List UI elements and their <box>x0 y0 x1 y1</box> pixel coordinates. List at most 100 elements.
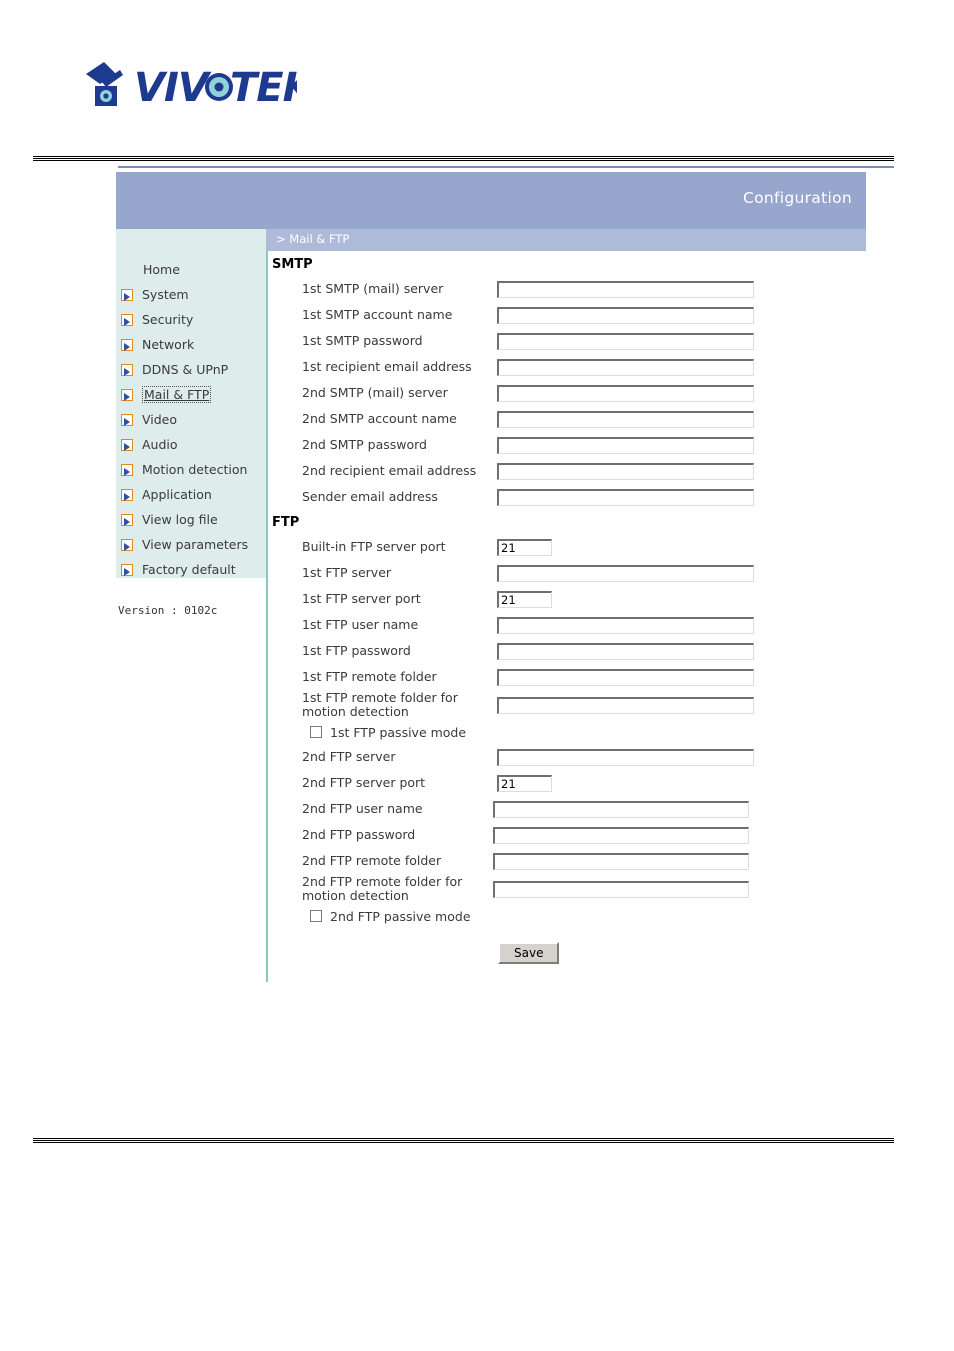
field-label: 2nd FTP password <box>302 827 416 842</box>
sidebar-item-label: Security <box>142 312 194 327</box>
save-button[interactable]: Save <box>498 942 560 964</box>
breadcrumb-sidebar-spacer <box>116 229 266 251</box>
ftp2-server-input[interactable] <box>497 748 754 766</box>
field-row-ftp1-passive[interactable]: 1st FTP passive mode <box>268 720 866 744</box>
field-row-smtp2-account: 2nd SMTP account name <box>268 406 866 432</box>
field-label: 1st FTP server <box>302 565 392 580</box>
settings-content: SMTP 1st SMTP (mail) server 1st SMTP acc… <box>266 251 866 982</box>
smtp2-server-input[interactable] <box>497 384 754 402</box>
field-label: 2nd FTP server port <box>302 775 426 790</box>
smtp1-server-input[interactable] <box>497 280 754 298</box>
ftp1-password-input[interactable] <box>497 642 754 660</box>
ftp2-passive-mode-checkbox[interactable] <box>310 910 322 922</box>
field-label: 1st FTP passive mode <box>330 724 467 740</box>
page-rule-top-inner <box>33 158 894 159</box>
sidebar-item-system[interactable]: System <box>116 282 266 307</box>
sidebar-item-application[interactable]: Application <box>116 482 266 507</box>
ftp1-folder-input[interactable] <box>497 668 754 686</box>
sidebar-item-label: Network <box>142 337 195 352</box>
ftp2-user-input[interactable] <box>493 800 749 818</box>
builtin-ftp-port-input[interactable] <box>497 538 552 556</box>
field-label: 1st FTP remote folder <box>302 669 437 684</box>
field-row-smtp1-password: 1st SMTP password <box>268 328 866 354</box>
smtp1-password-input[interactable] <box>497 332 754 350</box>
svg-text:VIV: VIV <box>134 65 212 111</box>
field-row-ftp2-passive[interactable]: 2nd FTP passive mode <box>268 904 866 928</box>
sidebar-item-label: DDNS & UPnP <box>142 362 229 377</box>
field-row-smtp1-server: 1st SMTP (mail) server <box>268 276 866 302</box>
sidebar-item-label: Audio <box>142 437 178 452</box>
field-row-ftp1-password: 1st FTP password <box>268 638 866 664</box>
page-rule-bottom-inner <box>33 1140 894 1141</box>
field-row-ftp1-folder: 1st FTP remote folder <box>268 664 866 690</box>
sidebar-item-label: System <box>142 287 189 302</box>
sidebar-item-audio[interactable]: Audio <box>116 432 266 457</box>
arrow-right-icon <box>121 413 133 426</box>
field-row-smtp1-account: 1st SMTP account name <box>268 302 866 328</box>
sidebar-item-security[interactable]: Security <box>116 307 266 332</box>
field-row-smtp1-recipient: 1st recipient email address <box>268 354 866 380</box>
sidebar-item-motion-detection[interactable]: Motion detection <box>116 457 266 482</box>
sidebar-item-video[interactable]: Video <box>116 407 266 432</box>
field-row-smtp2-server: 2nd SMTP (mail) server <box>268 380 866 406</box>
breadcrumb-bar: > Mail & FTP <box>116 229 866 251</box>
firmware-version: Version : 0102c <box>118 604 218 617</box>
sidebar: Home System Security Network DDNS & UPnP <box>116 251 266 625</box>
smtp2-account-input[interactable] <box>497 410 754 428</box>
window-titlebar: Configuration <box>116 172 866 229</box>
smtp2-password-input[interactable] <box>497 436 754 454</box>
field-label: 1st FTP user name <box>302 617 419 632</box>
field-label: 2nd FTP remote folder <box>302 853 442 868</box>
config-window: Configuration > Mail & FTP Home System S… <box>116 172 866 982</box>
ftp-section-heading: FTP <box>272 515 300 530</box>
field-label: Sender email address <box>302 489 438 504</box>
ftp1-port-input[interactable] <box>497 590 552 608</box>
sidebar-item-mail-ftp[interactable]: Mail & FTP <box>116 382 266 407</box>
sidebar-item-network[interactable]: Network <box>116 332 266 357</box>
field-label: 1st SMTP (mail) server <box>302 281 444 296</box>
ftp1-passive-mode-checkbox[interactable] <box>310 726 322 738</box>
smtp1-recipient-input[interactable] <box>497 358 754 376</box>
field-label: 2nd SMTP password <box>302 437 427 452</box>
arrow-right-icon <box>121 463 133 476</box>
field-label: 2nd SMTP (mail) server <box>302 385 448 400</box>
sender-email-input[interactable] <box>497 488 754 506</box>
field-row-ftp2-server: 2nd FTP server <box>268 744 866 770</box>
field-label: 2nd SMTP account name <box>302 411 457 426</box>
ftp2-folder-input[interactable] <box>493 852 749 870</box>
ftp2-port-input[interactable] <box>497 774 552 792</box>
ftp1-user-input[interactable] <box>497 616 754 634</box>
sidebar-item-label: Motion detection <box>142 462 248 477</box>
sidebar-item-home[interactable]: Home <box>116 257 266 282</box>
field-label: 1st recipient email address <box>302 359 472 374</box>
field-row-ftp1-port: 1st FTP server port <box>268 586 866 612</box>
sidebar-item-view-log-file[interactable]: View log file <box>116 507 266 532</box>
arrow-right-icon <box>121 363 133 376</box>
field-row-sender-email: Sender email address <box>268 484 866 510</box>
field-label: 1st SMTP account name <box>302 307 453 322</box>
field-label: 1st FTP password <box>302 643 411 658</box>
ftp2-password-input[interactable] <box>493 826 749 844</box>
window-body: Home System Security Network DDNS & UPnP <box>116 251 866 982</box>
sidebar-item-label: Mail & FTP <box>142 386 212 403</box>
sidebar-item-label: View log file <box>142 512 218 527</box>
arrow-right-icon <box>121 288 133 301</box>
arrow-right-icon <box>121 513 133 526</box>
sidebar-item-label: Application <box>142 487 212 502</box>
field-label: 1st SMTP password <box>302 333 423 348</box>
ftp2-folder-motion-input[interactable] <box>493 880 749 898</box>
smtp2-recipient-input[interactable] <box>497 462 754 480</box>
field-row-ftp2-port: 2nd FTP server port <box>268 770 866 796</box>
ftp1-folder-motion-input[interactable] <box>497 696 754 714</box>
sidebar-item-view-parameters[interactable]: View parameters <box>116 532 266 557</box>
vivotek-logo: VIV TEK <box>82 58 318 116</box>
field-label: 1st FTP server port <box>302 591 421 606</box>
field-row-ftp2-folder: 2nd FTP remote folder <box>268 848 866 874</box>
sidebar-item-ddns-upnp[interactable]: DDNS & UPnP <box>116 357 266 382</box>
field-row-ftp2-password: 2nd FTP password <box>268 822 866 848</box>
arrow-right-icon <box>121 488 133 501</box>
ftp1-server-input[interactable] <box>497 564 754 582</box>
sidebar-item-factory-default[interactable]: Factory default <box>116 557 266 582</box>
field-label: 2nd FTP remote folder for motion detecti… <box>302 874 463 903</box>
smtp1-account-input[interactable] <box>497 306 754 324</box>
